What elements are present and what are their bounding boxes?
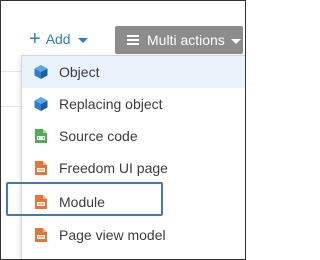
menu-item-label: Source code [59,128,138,144]
multi-actions-label: Multi actions [147,32,225,48]
menu-item-label: Replacing object [59,96,163,112]
screenshot-frame: + Add Multi actions Object Replacing obj… [0,0,246,260]
menu-item-label: Object [59,64,100,80]
page-view-model-file-icon [35,228,47,242]
multi-actions-button[interactable]: Multi actions [115,26,243,54]
object-cube-icon [34,65,48,79]
menu-item-module[interactable]: Module [22,186,245,218]
menu-item-object[interactable]: Object [22,56,245,88]
module-file-icon [35,195,47,209]
menu-item-label: Freedom UI page [59,160,168,176]
menu-item-replacing-object[interactable]: Replacing object [22,88,245,120]
menu-item-freedom-ui-page[interactable]: Freedom UI page [22,152,245,184]
menu-item-label: Page view model [59,227,166,243]
add-button[interactable]: + Add [29,25,88,53]
chevron-down-icon [77,37,88,43]
menu-item-page-view-model[interactable]: Page view model [22,219,245,251]
add-button-label: Add [45,31,71,47]
menu-lines-icon [127,35,139,45]
plus-icon: + [29,28,41,50]
freedom-ui-page-file-icon [35,161,47,175]
menu-item-label: Module [59,194,105,210]
replacing-object-cube-icon [34,97,48,111]
chevron-down-icon [230,38,241,44]
source-code-file-icon [35,129,47,143]
add-dropdown-menu: Object Replacing object Source code Free… [21,55,245,259]
menu-item-source-code[interactable]: Source code [22,120,245,152]
